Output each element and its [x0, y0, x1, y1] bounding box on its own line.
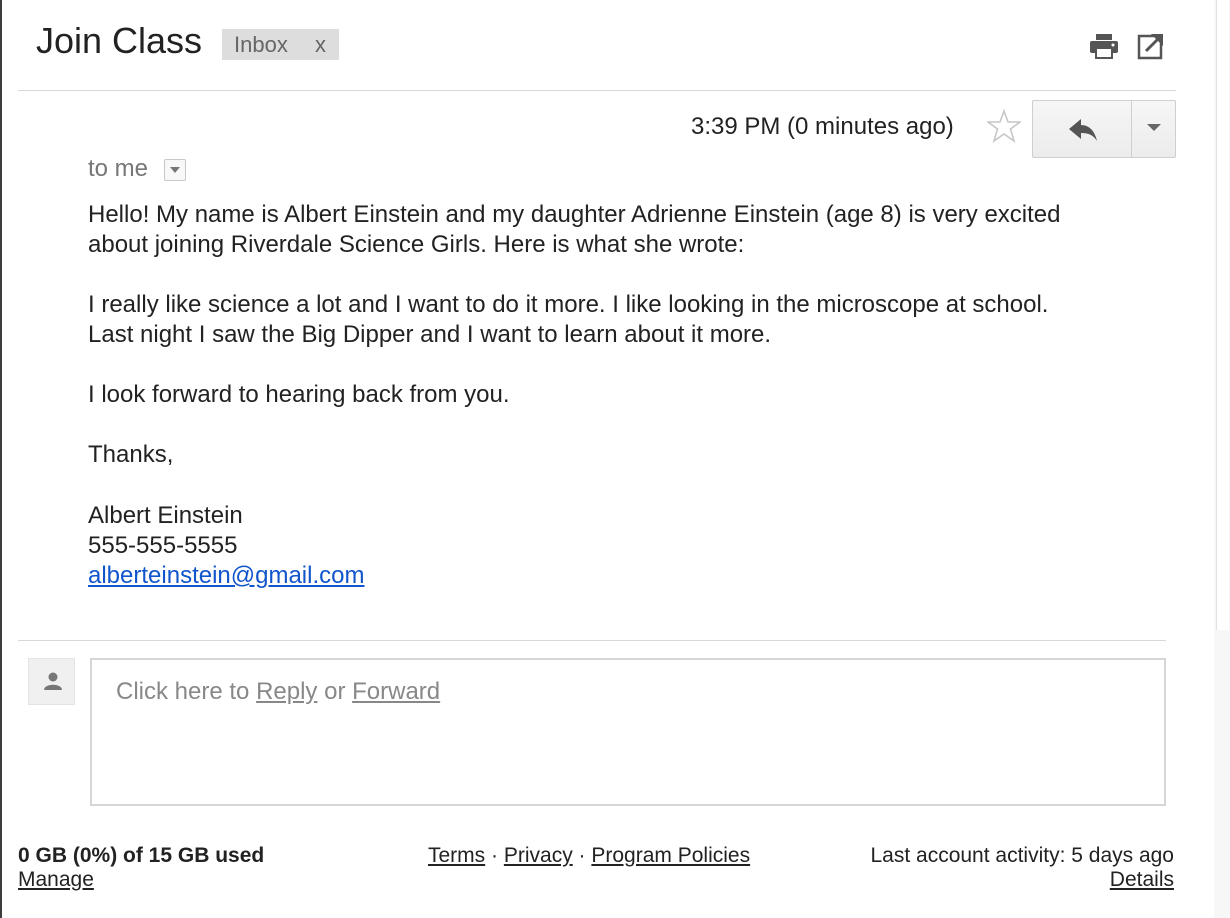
body-line: I look forward to hearing back from you.	[88, 381, 510, 408]
privacy-link[interactable]: Privacy	[504, 844, 573, 867]
body-line: I really like science a lot and I want t…	[88, 291, 1049, 318]
signature-name: Albert Einstein	[88, 502, 243, 529]
reply-prompt-text: Click here to	[116, 678, 257, 705]
terms-link[interactable]: Terms	[428, 844, 485, 867]
reply-arrow-icon	[1069, 119, 1097, 141]
manage-storage-link[interactable]: Manage	[18, 868, 94, 892]
storage-usage: 0 GB (0%) of 15 GB used	[18, 844, 265, 867]
signature-email-link[interactable]: alberteinstein@gmail.com	[88, 562, 364, 590]
reply-button-group	[1032, 100, 1176, 158]
reply-button[interactable]	[1033, 101, 1131, 157]
remove-label-button[interactable]: x	[315, 32, 326, 58]
person-icon	[44, 672, 62, 690]
dropdown-caret-icon	[1147, 124, 1161, 131]
header-divider	[18, 90, 1176, 91]
body-line: about joining Riverdale Science Girls. H…	[88, 231, 745, 258]
window-edge	[0, 0, 2, 918]
quick-reply-box[interactable]: Click here to Reply or Forward	[90, 658, 1166, 806]
avatar	[28, 658, 75, 705]
activity-details-link[interactable]: Details	[1110, 868, 1174, 892]
footer-separator: ·	[572, 844, 592, 867]
recipient-text: to me	[88, 155, 149, 182]
footer-separator: ·	[485, 844, 504, 867]
inbox-label-chip[interactable]: Inbox x	[222, 29, 339, 60]
scrollbar-thumb[interactable]	[1216, 0, 1229, 630]
reply-link[interactable]: Reply	[256, 678, 317, 705]
star-icon[interactable]	[985, 108, 1023, 143]
print-icon[interactable]	[1088, 32, 1120, 60]
signature-phone: 555-555-5555	[88, 532, 238, 559]
reply-prompt-or: or	[317, 678, 353, 705]
email-subject: Join Class	[36, 20, 203, 61]
body-line: Thanks,	[88, 441, 174, 468]
body-line: Hello! My name is Albert Einstein and my…	[88, 201, 1061, 228]
message-divider	[18, 640, 1166, 641]
message-timestamp: 3:39 PM (0 minutes ago)	[691, 113, 954, 140]
show-details-button[interactable]	[164, 159, 186, 181]
last-account-activity: Last account activity: 5 days ago	[870, 844, 1174, 867]
reply-prompt: Click here to Reply or Forward	[116, 678, 440, 706]
body-line: Last night I saw the Big Dipper and I wa…	[88, 321, 772, 348]
label-text: Inbox	[234, 32, 288, 57]
forward-link[interactable]: Forward	[352, 678, 440, 705]
chevron-down-icon	[170, 167, 180, 173]
scrollbar-track[interactable]	[1214, 0, 1230, 918]
footer-links: Terms · Privacy · Program Policies	[428, 844, 750, 868]
new-window-icon[interactable]	[1137, 32, 1165, 60]
more-actions-button[interactable]	[1132, 101, 1175, 157]
program-policies-link[interactable]: Program Policies	[591, 844, 750, 867]
